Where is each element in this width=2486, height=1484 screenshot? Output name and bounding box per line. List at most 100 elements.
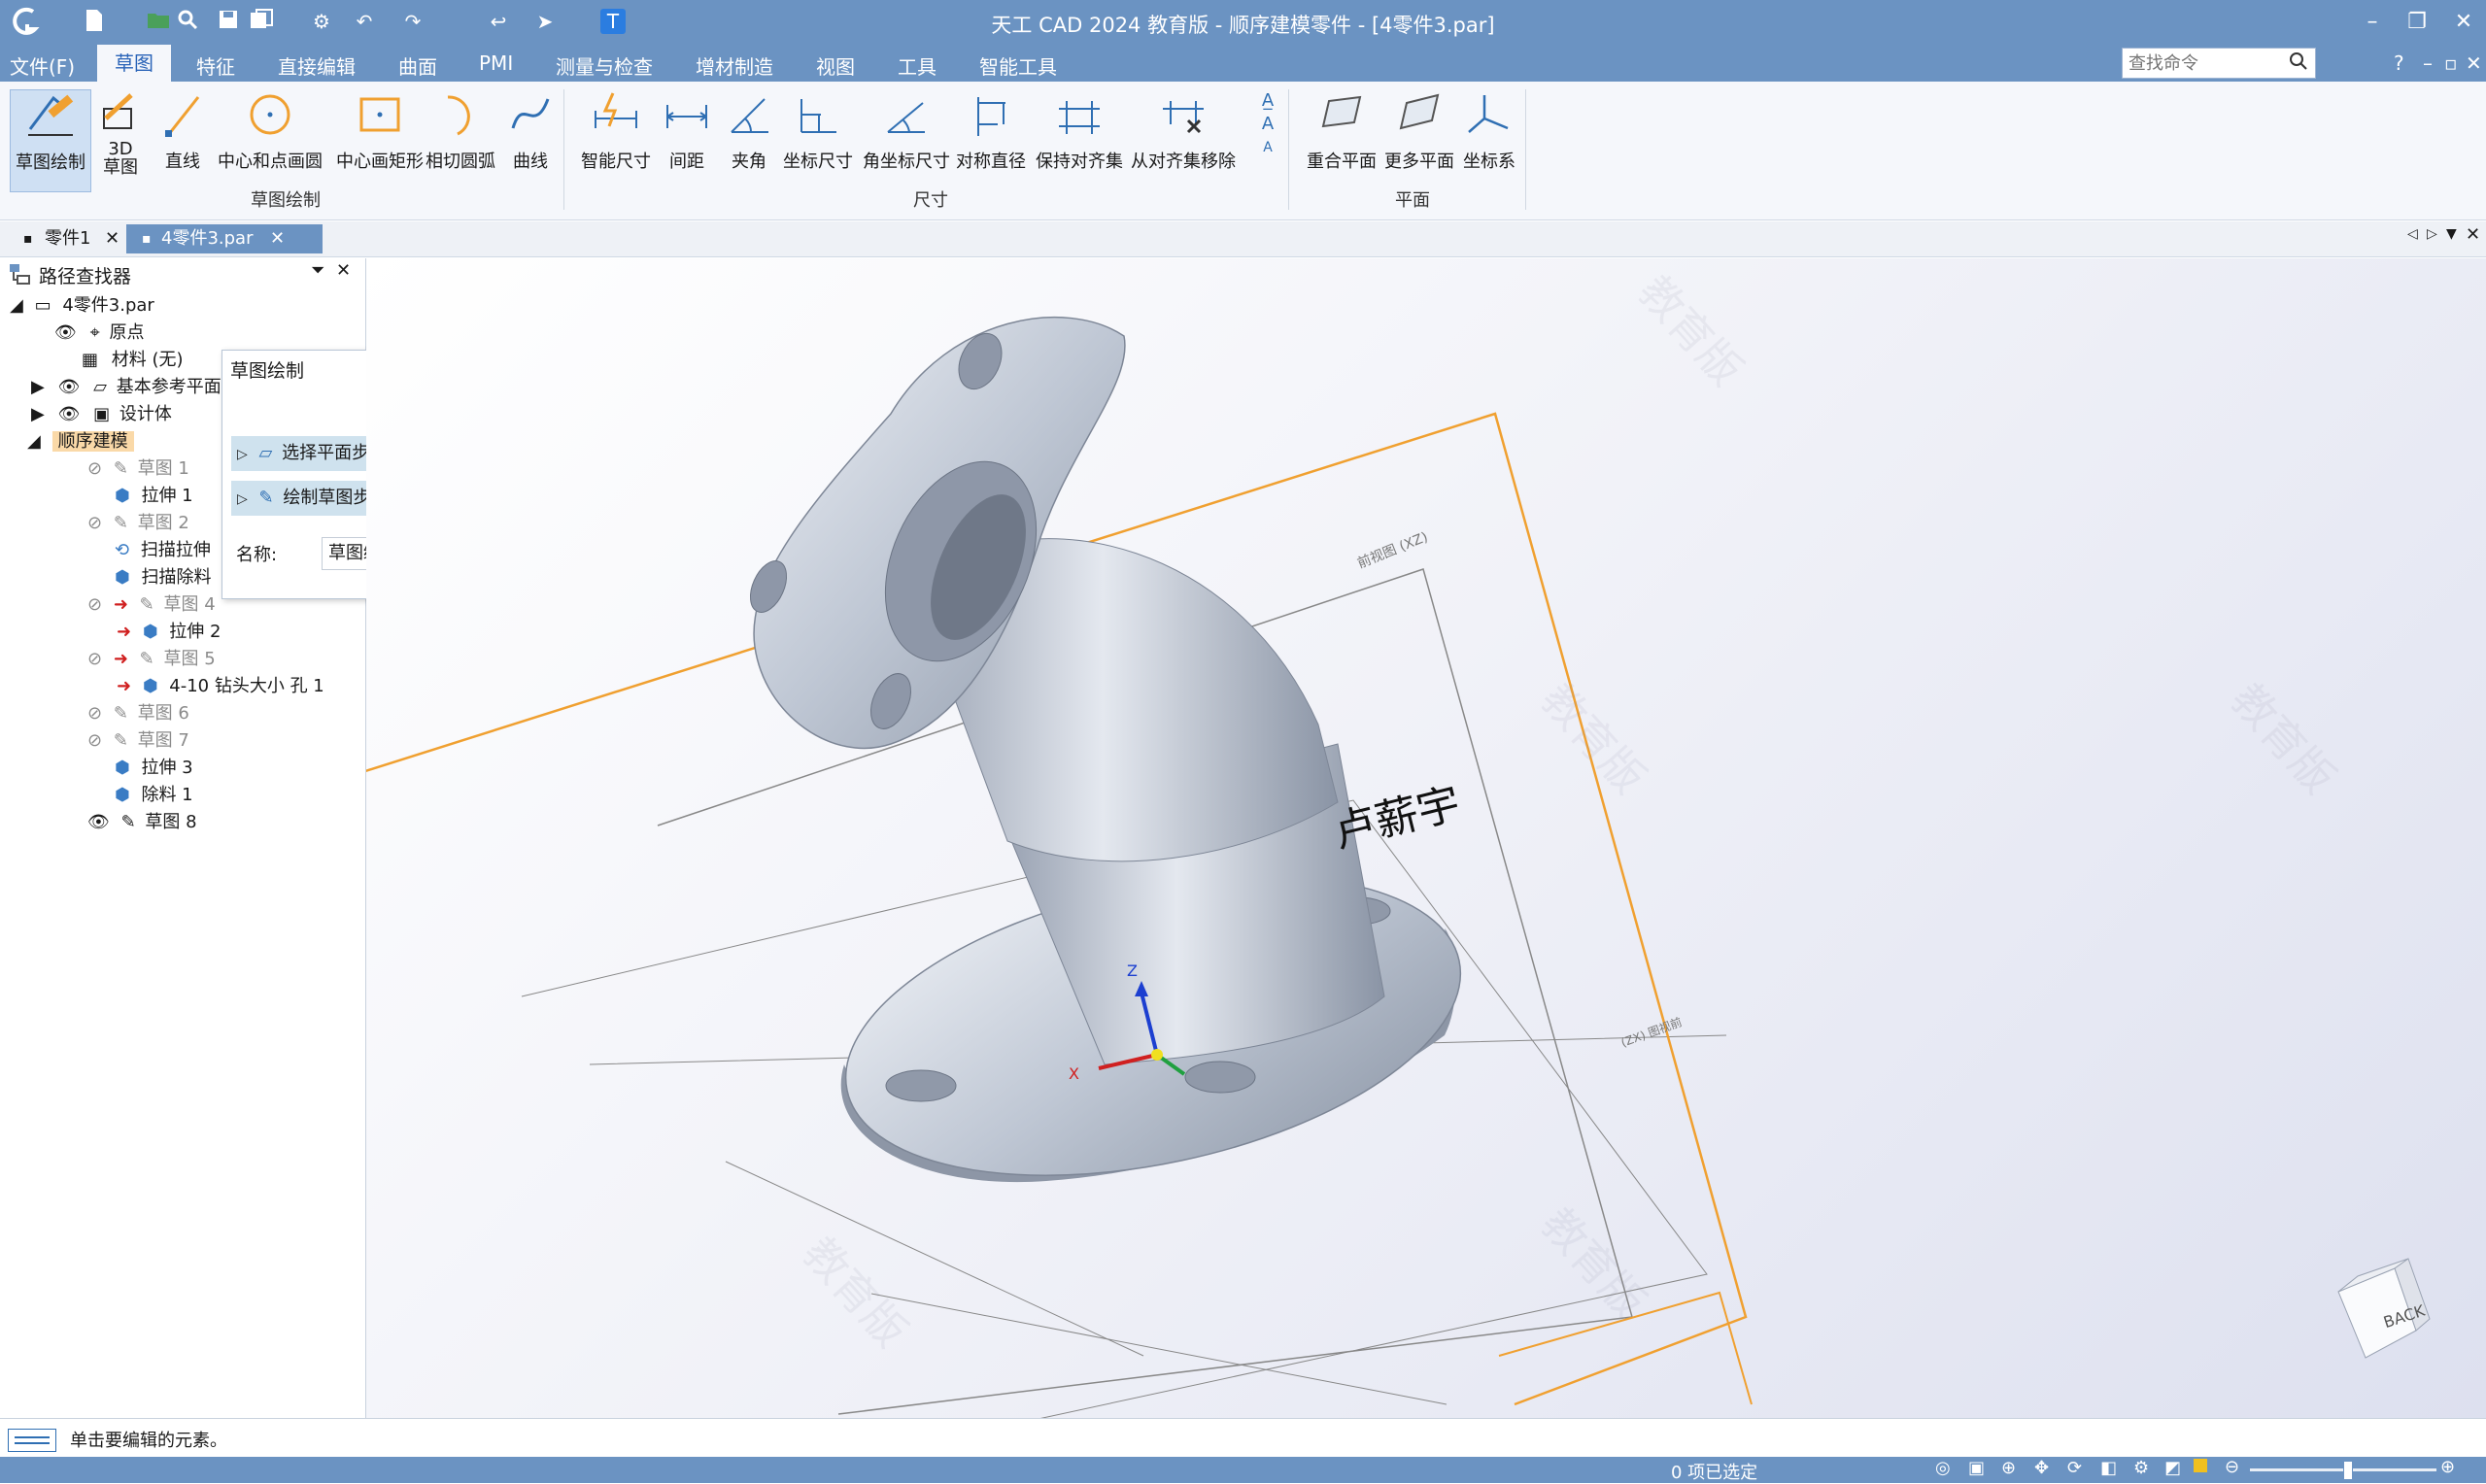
search-input[interactable] xyxy=(2123,49,2276,78)
rotate-icon[interactable]: ⟳ xyxy=(2067,1458,2082,1478)
zoom-icon[interactable]: ⊕ xyxy=(2001,1458,2016,1478)
symmetric-diameter-button[interactable]: 对称直径 xyxy=(954,89,1028,173)
render-icon[interactable]: ◩ xyxy=(2164,1458,2181,1478)
tab-sketch[interactable]: 草图 xyxy=(97,45,171,82)
zoom-fit-icon[interactable]: ▣ xyxy=(1968,1458,1985,1478)
part-body[interactable] xyxy=(743,316,1487,1226)
3d-sketch-button[interactable]: 3D 草图 xyxy=(93,89,148,177)
zoom-out-icon[interactable]: ⊖ xyxy=(2225,1457,2239,1477)
pan-icon[interactable]: ✥ xyxy=(2034,1458,2049,1478)
hidden-eye-icon[interactable]: ⊘ xyxy=(87,703,102,724)
settings-icon[interactable]: ⚙ xyxy=(2133,1458,2149,1478)
close-all-icon[interactable]: ✕ xyxy=(2466,224,2480,245)
minimize-button[interactable]: – xyxy=(2353,8,2392,37)
expand-arrow-icon[interactable]: ▶ xyxy=(31,377,45,397)
expand-arrow-icon[interactable]: ▷ xyxy=(237,491,248,507)
hidden-eye-icon[interactable]: ⊘ xyxy=(87,594,102,615)
3d-viewport[interactable]: 教育版 教育版 教育版 教育版 教育版 前视图 (XZ) (ZX) 图视前 卢薪… xyxy=(366,258,2486,1418)
hidden-eye-icon[interactable]: ⊘ xyxy=(87,513,102,533)
curve-button[interactable]: 曲线 xyxy=(507,89,554,173)
tree-node-sweep-cut[interactable]: ⬢ 扫描除料 xyxy=(115,565,211,590)
tree-node-hole1[interactable]: ➜ ⬢ 4-10 钻头大小 孔 1 xyxy=(117,674,324,699)
doc-tab-current[interactable]: ▪ 4零件3.par ✕ xyxy=(126,224,323,253)
tangent-arc-button[interactable]: 相切圆弧 xyxy=(424,89,497,173)
tab-tools[interactable]: 工具 xyxy=(898,51,937,80)
tab-features[interactable]: 特征 xyxy=(196,51,235,80)
visible-eye-icon[interactable]: 👁 xyxy=(58,404,81,424)
angle-button[interactable]: 夹角 xyxy=(725,89,773,173)
panel-close-icon[interactable]: ✕ xyxy=(336,260,351,281)
tab-list-icon[interactable]: ▼ xyxy=(2446,226,2457,242)
close-tab-icon[interactable]: ✕ xyxy=(105,224,119,253)
tab-pmi[interactable]: PMI xyxy=(479,51,513,75)
tab-direct-edit[interactable]: 直接编辑 xyxy=(278,51,356,80)
line-button[interactable]: 直线 xyxy=(159,89,206,173)
ribbon-minimize-icon[interactable]: – xyxy=(2423,51,2433,75)
visible-eye-icon[interactable]: 👁 xyxy=(54,322,77,343)
command-search[interactable] xyxy=(2122,48,2316,79)
zoom-slider[interactable] xyxy=(2250,1461,2436,1480)
keep-aligned-button[interactable]: 保持对齐集 xyxy=(1034,89,1125,173)
tab-surface[interactable]: 曲面 xyxy=(398,51,437,80)
distance-button[interactable]: 间距 xyxy=(663,89,711,173)
tree-node-sweep[interactable]: ⟲ 扫描拉伸 xyxy=(115,538,211,563)
tree-node-origin[interactable]: 👁 ⌖ 原点 xyxy=(54,320,144,346)
coordinate-system-button[interactable]: 坐标系 xyxy=(1461,89,1517,173)
visible-eye-icon[interactable]: 👁 xyxy=(87,812,110,832)
close-button[interactable]: ✕ xyxy=(2444,8,2483,37)
menu-file[interactable]: 文件(F) xyxy=(10,51,75,80)
panel-menu-icon[interactable]: ⏷ xyxy=(311,260,324,281)
restore-button[interactable]: ❐ xyxy=(2398,8,2436,37)
ribbon-restore-icon[interactable]: ▫ xyxy=(2444,51,2458,75)
coordinate-dimension-button[interactable]: 坐标尺寸 xyxy=(781,89,855,173)
tree-node-sketch1[interactable]: ⊘ ✎ 草图 1 xyxy=(87,456,189,482)
help-icon[interactable]: ? xyxy=(2394,51,2404,75)
zoom-slider-handle[interactable] xyxy=(2343,1461,2353,1480)
coincident-plane-button[interactable]: 重合平面 xyxy=(1304,89,1379,173)
expand-arrow-icon[interactable]: ▶ xyxy=(31,404,45,424)
smart-dimension-button[interactable]: 智能尺寸 xyxy=(579,89,653,173)
collapse-arrow-icon[interactable]: ◢ xyxy=(27,431,41,452)
remove-from-aligned-button[interactable]: 从对齐集移除 xyxy=(1127,89,1240,173)
command-prompt-icon[interactable] xyxy=(8,1429,56,1452)
tree-node-material[interactable]: ▦ 材料 (无) xyxy=(82,348,184,373)
tree-node-ordered[interactable]: ◢ 顺序建模 xyxy=(27,429,134,455)
tab-additive[interactable]: 增材制造 xyxy=(696,51,773,80)
tree-node-sketch2[interactable]: ⊘ ✎ 草图 2 xyxy=(87,511,189,536)
text-increase-icon[interactable]: A̲ xyxy=(1253,89,1282,113)
color-icon[interactable] xyxy=(2194,1459,2207,1472)
tree-node-sketch8[interactable]: 👁 ✎ 草图 8 xyxy=(87,810,197,835)
tree-node-cut1[interactable]: ⬢ 除料 1 xyxy=(115,783,193,808)
search-icon[interactable] xyxy=(2288,51,2309,77)
tree-node-extrude1[interactable]: ⬢ 拉伸 1 xyxy=(115,484,193,509)
zoom-area-icon[interactable]: ◎ xyxy=(1935,1458,1951,1478)
angular-coordinate-button[interactable]: 角坐标尺寸 xyxy=(859,89,954,173)
tree-node-design-body[interactable]: ▶ 👁 ▣ 设计体 xyxy=(31,402,172,427)
tree-node-sketch5[interactable]: ⊘ ➜ ✎ 草图 5 xyxy=(87,647,216,672)
tree-node-extrude2[interactable]: ➜ ⬢ 拉伸 2 xyxy=(117,620,221,645)
tree-node-extrude3[interactable]: ⬢ 拉伸 3 xyxy=(115,756,193,781)
collapse-arrow-icon[interactable]: ◢ xyxy=(10,295,23,316)
expand-arrow-icon[interactable]: ▷ xyxy=(237,447,248,462)
zoom-in-icon[interactable]: ⊕ xyxy=(2440,1457,2455,1477)
text-style-icon[interactable]: A xyxy=(1253,113,1282,136)
tree-node-root[interactable]: ◢ ▭ 4零件3.par xyxy=(10,293,154,319)
tree-node-sketch7[interactable]: ⊘ ✎ 草图 7 xyxy=(87,728,189,754)
tree-node-base-planes[interactable]: ▶ 👁 ▱ 基本参考平面 xyxy=(31,375,221,400)
text-size-buttons[interactable]: A̲ A A xyxy=(1253,89,1282,159)
visible-eye-icon[interactable]: 👁 xyxy=(58,377,81,397)
tab-view[interactable]: 视图 xyxy=(816,51,855,80)
tab-scroll-right-icon[interactable]: ▷ xyxy=(2427,226,2437,242)
view-style-icon[interactable]: ◧ xyxy=(2100,1458,2117,1478)
center-rectangle-button[interactable]: 中心画矩形 xyxy=(328,89,431,173)
hidden-eye-icon[interactable]: ⊘ xyxy=(87,458,102,479)
text-decrease-icon[interactable]: A xyxy=(1253,136,1282,159)
tree-node-sketch4[interactable]: ⊘ ➜ ✎ 草图 4 xyxy=(87,592,216,618)
sketch-draw-button[interactable]: 草图绘制 xyxy=(10,89,91,192)
tab-scroll-left-icon[interactable]: ◁ xyxy=(2407,226,2418,242)
close-tab-icon[interactable]: ✕ xyxy=(270,224,285,253)
circle-center-point-button[interactable]: 中心和点画圆 xyxy=(216,89,324,173)
tab-smart-tools[interactable]: 智能工具 xyxy=(979,51,1057,80)
more-planes-button[interactable]: 更多平面 xyxy=(1381,89,1457,173)
tree-node-sketch6[interactable]: ⊘ ✎ 草图 6 xyxy=(87,701,189,726)
